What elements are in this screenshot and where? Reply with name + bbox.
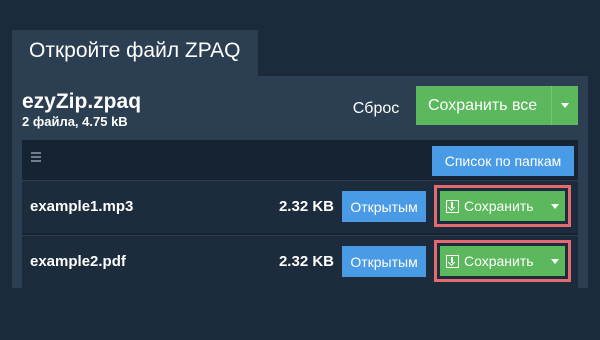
page-title-tab: Откройте файл ZPAQ xyxy=(12,30,258,76)
download-icon xyxy=(446,254,459,268)
file-list: Список по папкам example1.mp3 2.32 KB От… xyxy=(22,140,578,288)
save-all-dropdown-toggle[interactable] xyxy=(551,86,578,125)
save-dropdown-toggle[interactable] xyxy=(545,246,565,276)
chevron-down-icon xyxy=(561,103,569,108)
save-label: Сохранить xyxy=(464,198,534,214)
file-name: example1.mp3 xyxy=(30,198,134,215)
open-button[interactable]: Открытым xyxy=(342,246,426,277)
archive-meta: 2 файла, 4.75 kB xyxy=(22,114,128,129)
save-dropdown-toggle[interactable] xyxy=(545,191,565,221)
archive-name: ezyZip.zpaq xyxy=(22,90,142,113)
save-label: Сохранить xyxy=(464,253,534,269)
file-list-header: Список по папкам xyxy=(22,140,578,180)
save-button-highlight: Сохранить xyxy=(434,240,571,282)
file-size: 2.32 KB xyxy=(278,198,334,215)
download-icon xyxy=(446,199,459,213)
save-all-label: Сохранить все xyxy=(428,96,538,114)
reset-button[interactable]: Сброс xyxy=(338,92,414,124)
save-all-button[interactable]: Сохранить все xyxy=(416,86,578,125)
folder-view-button[interactable]: Список по папкам xyxy=(432,146,574,176)
archive-panel: ezyZip.zpaq 2 файла, 4.75 kB Сброс Сохра… xyxy=(12,76,588,288)
open-button[interactable]: Открытым xyxy=(342,191,426,222)
hamburger-icon[interactable] xyxy=(31,152,41,162)
chevron-down-icon xyxy=(551,203,559,209)
file-name: example2.pdf xyxy=(30,253,126,270)
chevron-down-icon xyxy=(551,258,559,264)
file-row: example1.mp3 2.32 KB Открытым Сохранить xyxy=(22,180,578,233)
file-row: example2.pdf 2.32 KB Открытым Сохранить xyxy=(22,235,578,288)
file-size: 2.32 KB xyxy=(278,253,334,270)
save-button[interactable]: Сохранить xyxy=(440,246,565,276)
save-button[interactable]: Сохранить xyxy=(440,191,565,221)
save-button-highlight: Сохранить xyxy=(434,185,571,227)
